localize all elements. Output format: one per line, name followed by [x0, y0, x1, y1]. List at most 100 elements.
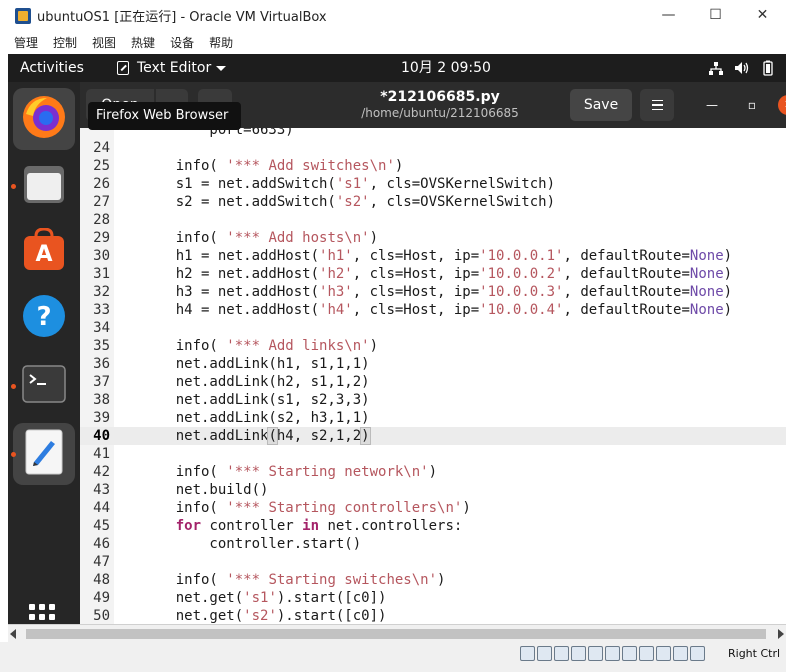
- code-line[interactable]: 28: [80, 211, 786, 229]
- editor-maximize-button[interactable]: ▫: [737, 89, 767, 121]
- code-line[interactable]: 24: [80, 139, 786, 157]
- code-line[interactable]: 37 net.addLink(h2, s1,1,2): [80, 373, 786, 391]
- code-line[interactable]: 42 info( '*** Starting network\n'): [80, 463, 786, 481]
- menu-view[interactable]: 视图: [92, 34, 116, 51]
- scroll-right-icon[interactable]: [778, 629, 784, 639]
- dock-tooltip: Firefox Web Browser: [88, 102, 241, 130]
- code-line[interactable]: 44 info( '*** Starting controllers\n'): [80, 499, 786, 517]
- shared-folders-icon[interactable]: [605, 646, 620, 661]
- code-line[interactable]: 40 net.addLink(h4, s2,1,2): [80, 427, 786, 445]
- line-text: h4 = net.addHost('h4', cls=Host, ip='10.…: [142, 302, 733, 318]
- code-line[interactable]: 29 info( '*** Add hosts\n'): [80, 229, 786, 247]
- menu-devices[interactable]: 设备: [170, 34, 194, 51]
- close-button[interactable]: ✕: [739, 0, 786, 31]
- hamburger-menu-button[interactable]: [640, 89, 674, 121]
- line-number: 42: [93, 464, 110, 480]
- line-text: s1 = net.addSwitch('s1', cls=OVSKernelSw…: [142, 176, 556, 192]
- hard-disk-icon[interactable]: [520, 646, 535, 661]
- code-line[interactable]: 47: [80, 553, 786, 571]
- code-line[interactable]: 31 h2 = net.addHost('h2', cls=Host, ip='…: [80, 265, 786, 283]
- code-line[interactable]: 33 h4 = net.addHost('h4', cls=Host, ip='…: [80, 301, 786, 319]
- minimize-button[interactable]: —: [645, 0, 692, 31]
- activities-button[interactable]: Activities: [20, 54, 84, 82]
- code-line[interactable]: 26 s1 = net.addSwitch('s1', cls=OVSKerne…: [80, 175, 786, 193]
- dock-files[interactable]: [13, 155, 75, 217]
- files-running-indicator: [11, 184, 16, 189]
- line-number: 27: [93, 194, 110, 210]
- dock-firefox[interactable]: [13, 88, 75, 150]
- line-number: 47: [93, 554, 110, 570]
- editor-close-button[interactable]: ✕: [778, 95, 786, 115]
- recording-icon[interactable]: [639, 646, 654, 661]
- editor-minimize-button[interactable]: —: [697, 89, 727, 121]
- code-line[interactable]: 43 net.build(): [80, 481, 786, 499]
- maximize-button[interactable]: ☐: [692, 0, 739, 31]
- line-number: 34: [93, 320, 110, 336]
- code-line[interactable]: 48 info( '*** Starting switches\n'): [80, 571, 786, 589]
- line-text: net.build(): [142, 482, 269, 498]
- line-text: info( '*** Starting controllers\n'): [142, 500, 471, 516]
- code-line[interactable]: 46 controller.start(): [80, 535, 786, 553]
- keyboard-icon[interactable]: [690, 646, 705, 661]
- line-text: h1 = net.addHost('h1', cls=Host, ip='10.…: [142, 248, 733, 264]
- code-line[interactable]: 34: [80, 319, 786, 337]
- code-line[interactable]: 30 h1 = net.addHost('h1', cls=Host, ip='…: [80, 247, 786, 265]
- show-applications-icon[interactable]: [29, 604, 55, 624]
- dock-software[interactable]: A: [13, 221, 75, 283]
- terminal-running-indicator: [11, 384, 16, 389]
- line-text: s2 = net.addSwitch('s2', cls=OVSKernelSw…: [142, 194, 556, 210]
- code-line[interactable]: 35 info( '*** Add links\n'): [80, 337, 786, 355]
- line-text: net.addLink(s2, h3,1,1): [142, 410, 370, 426]
- line-text: info( '*** Add links\n'): [142, 338, 379, 354]
- code-line[interactable]: 32 h3 = net.addHost('h3', cls=Host, ip='…: [80, 283, 786, 301]
- line-number: 43: [93, 482, 110, 498]
- menu-help[interactable]: 帮助: [209, 34, 233, 51]
- dock-help[interactable]: ?: [13, 287, 75, 349]
- code-line[interactable]: 36 net.addLink(h1, s1,1,1): [80, 355, 786, 373]
- line-text: info( '*** Starting switches\n'): [142, 572, 446, 588]
- app-menu-label: Text Editor: [137, 60, 212, 76]
- code-line[interactable]: 41: [80, 445, 786, 463]
- cpu-icon[interactable]: [656, 646, 671, 661]
- audio-icon[interactable]: [554, 646, 569, 661]
- document-title: *212106685.py: [380, 89, 500, 105]
- menu-control[interactable]: 控制: [53, 34, 77, 51]
- line-number: 44: [93, 500, 110, 516]
- window-controls: — ☐ ✕: [645, 0, 786, 31]
- code-line[interactable]: 45 for controller in net.controllers:: [80, 517, 786, 535]
- scrollbar-thumb[interactable]: [26, 629, 766, 639]
- clock[interactable]: 10月 2 09:50: [401, 54, 491, 82]
- code-line[interactable]: 39 net.addLink(s2, h3,1,1): [80, 409, 786, 427]
- line-number: 35: [93, 338, 110, 354]
- code-line[interactable]: 50 net.get('s2').start([c0]): [80, 607, 786, 624]
- code-line[interactable]: 38 net.addLink(s1, s2,3,3): [80, 391, 786, 409]
- line-number: 30: [93, 248, 110, 264]
- mouse-integration-icon[interactable]: [673, 646, 688, 661]
- system-tray[interactable]: [708, 54, 776, 82]
- line-number: 24: [93, 140, 110, 156]
- optical-drive-icon[interactable]: [537, 646, 552, 661]
- app-menu[interactable]: Text Editor: [117, 54, 227, 82]
- code-line[interactable]: 25 info( '*** Add switches\n'): [80, 157, 786, 175]
- scroll-left-icon[interactable]: [10, 629, 16, 639]
- caret-down-icon: [216, 65, 227, 71]
- line-number: 49: [93, 590, 110, 606]
- display-icon[interactable]: [622, 646, 637, 661]
- dock-terminal[interactable]: [13, 355, 75, 417]
- menu-manage[interactable]: 管理: [14, 34, 38, 51]
- dock-text-editor[interactable]: [13, 423, 75, 485]
- line-number: 26: [93, 176, 110, 192]
- line-number: 41: [93, 446, 110, 462]
- line-number: 32: [93, 284, 110, 300]
- code-line[interactable]: 49 net.get('s1').start([c0]): [80, 589, 786, 607]
- usb-icon[interactable]: [588, 646, 603, 661]
- line-text: net.addLink(h4, s2,1,2): [142, 427, 371, 445]
- menu-hotkeys[interactable]: 热键: [131, 34, 155, 51]
- horizontal-scrollbar[interactable]: [8, 624, 786, 642]
- vbox-titlebar: ubuntuOS1 [正在运行] - Oracle VM VirtualBox …: [0, 0, 786, 31]
- network-adapter-icon[interactable]: [571, 646, 586, 661]
- code-view[interactable]: port=6633) 24 25 info( '*** Add switches\n…: [80, 128, 786, 624]
- dock: A ?: [8, 82, 80, 624]
- save-button[interactable]: Save: [570, 89, 632, 121]
- code-line[interactable]: 27 s2 = net.addSwitch('s2', cls=OVSKerne…: [80, 193, 786, 211]
